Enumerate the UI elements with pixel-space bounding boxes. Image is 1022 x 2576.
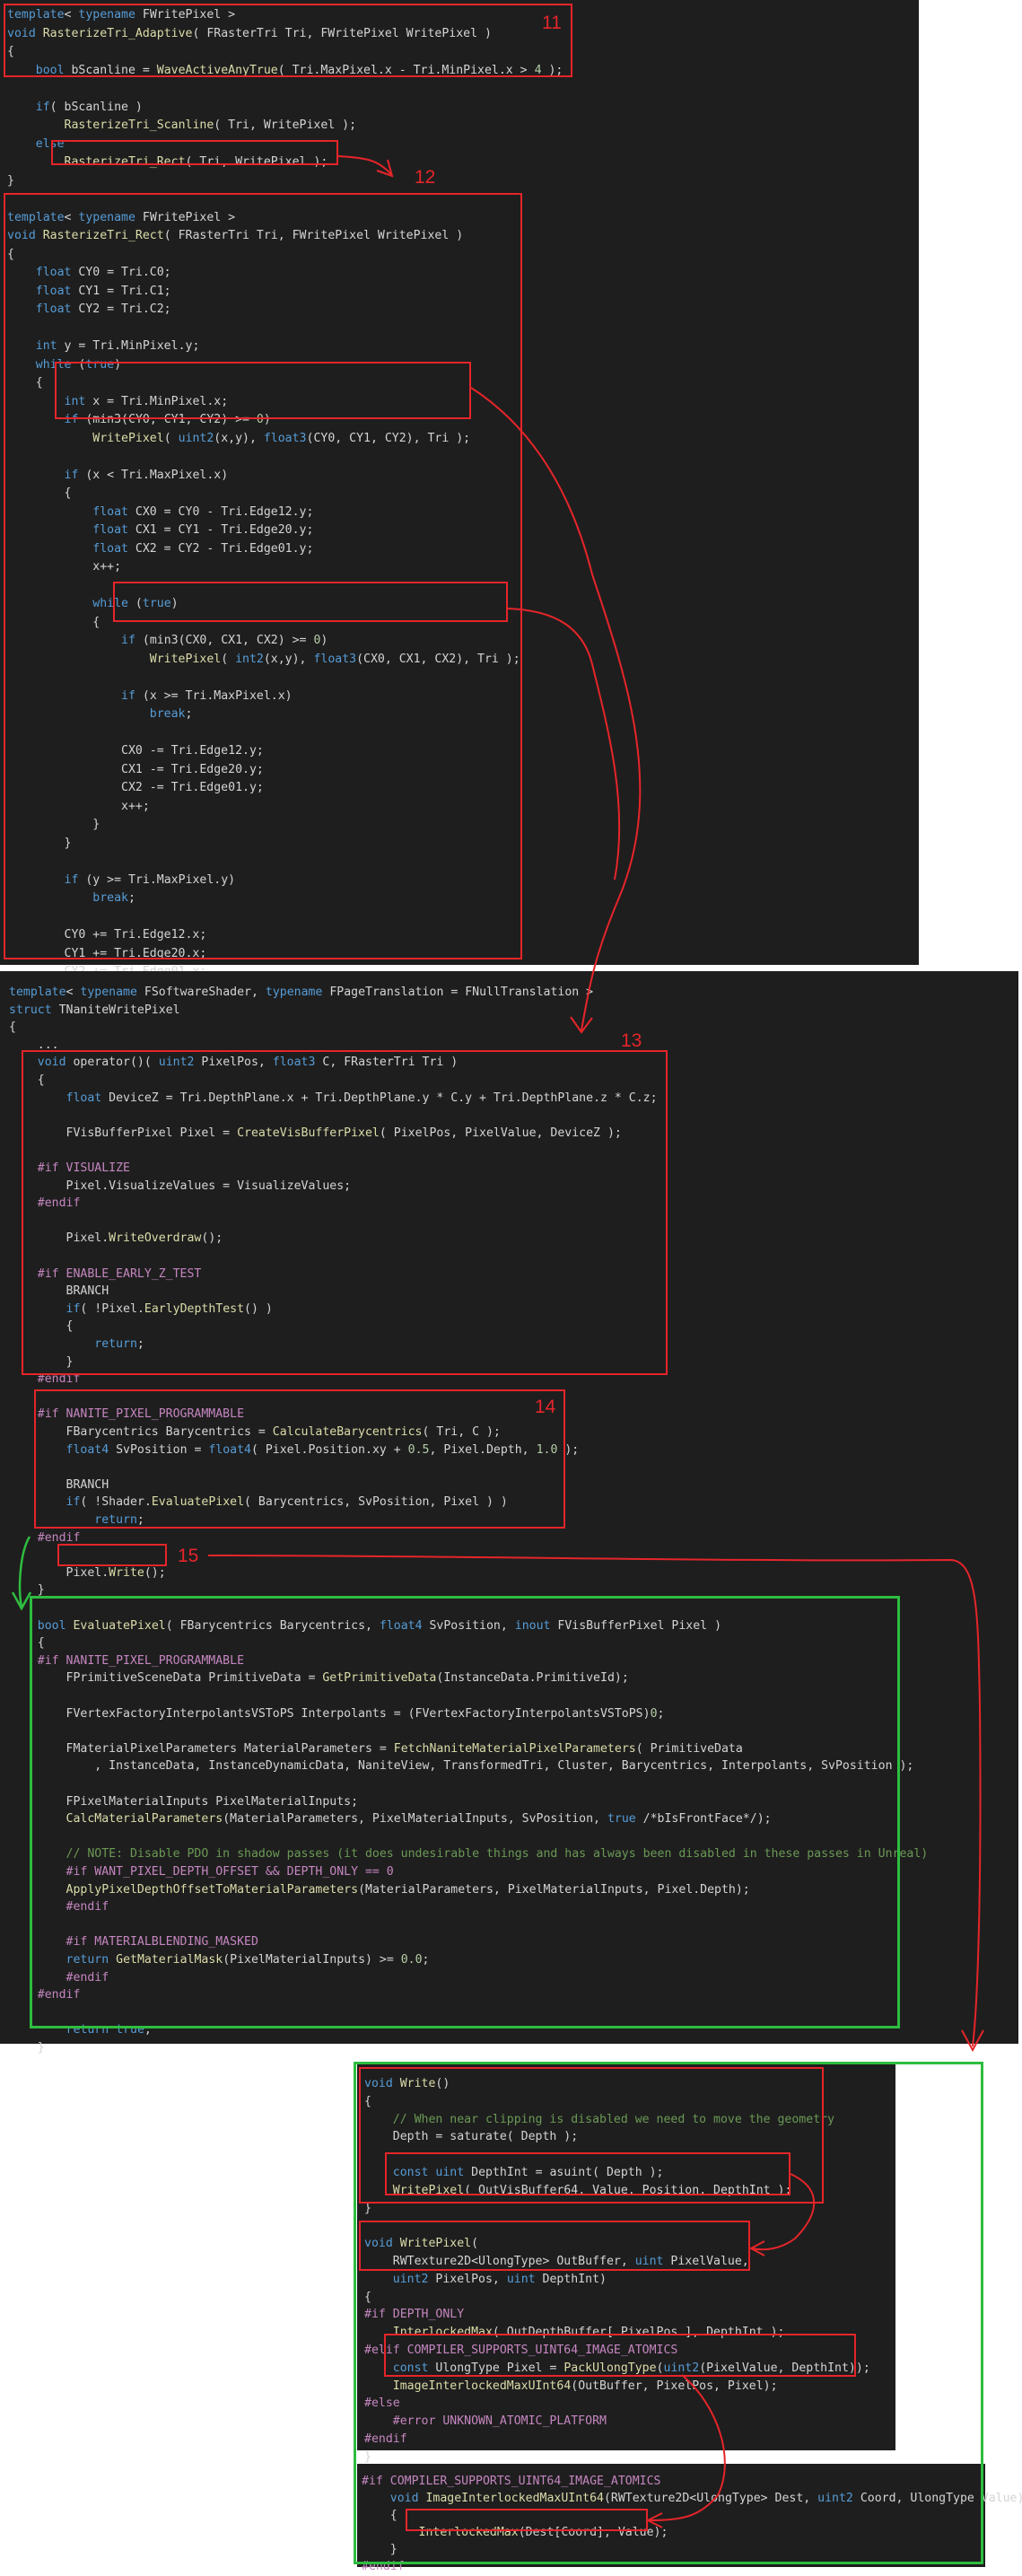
- code-line: if( bScanline ): [35, 100, 143, 114]
- highlight-operator: [22, 1050, 668, 1375]
- highlight-write-group: [354, 2062, 983, 2564]
- code-line: struct TNaniteWritePixel: [9, 1003, 180, 1017]
- highlight-programmable: [34, 1389, 565, 1529]
- step-number-13: 13: [621, 1030, 642, 1051]
- highlight-evaluate-pixel: [30, 1596, 900, 2028]
- highlight-write-pixel-call-1: [55, 362, 471, 419]
- step-number-14: 14: [535, 1397, 556, 1417]
- code-line: {: [9, 1021, 16, 1035]
- code-line: template< typename FSoftwareShader, type…: [9, 986, 594, 999]
- step-number-11: 11: [542, 13, 562, 33]
- highlight-pixel-write: [57, 1544, 167, 1566]
- code-line: Pixel.Write();: [9, 1565, 166, 1580]
- highlight-rasterize-rect-call: [51, 140, 338, 165]
- step-number-12: 12: [415, 167, 436, 188]
- highlight-rasterize-rect-func: [4, 193, 522, 959]
- code-line: RasterizeTri_Scanline( Tri, WritePixel )…: [64, 118, 357, 132]
- code-line: }: [7, 173, 14, 188]
- step-number-15: 15: [178, 1546, 199, 1566]
- code-line: }: [9, 2041, 45, 2055]
- highlight-write-pixel-call-2: [113, 582, 508, 622]
- highlight-rasterize-adaptive: [4, 4, 572, 77]
